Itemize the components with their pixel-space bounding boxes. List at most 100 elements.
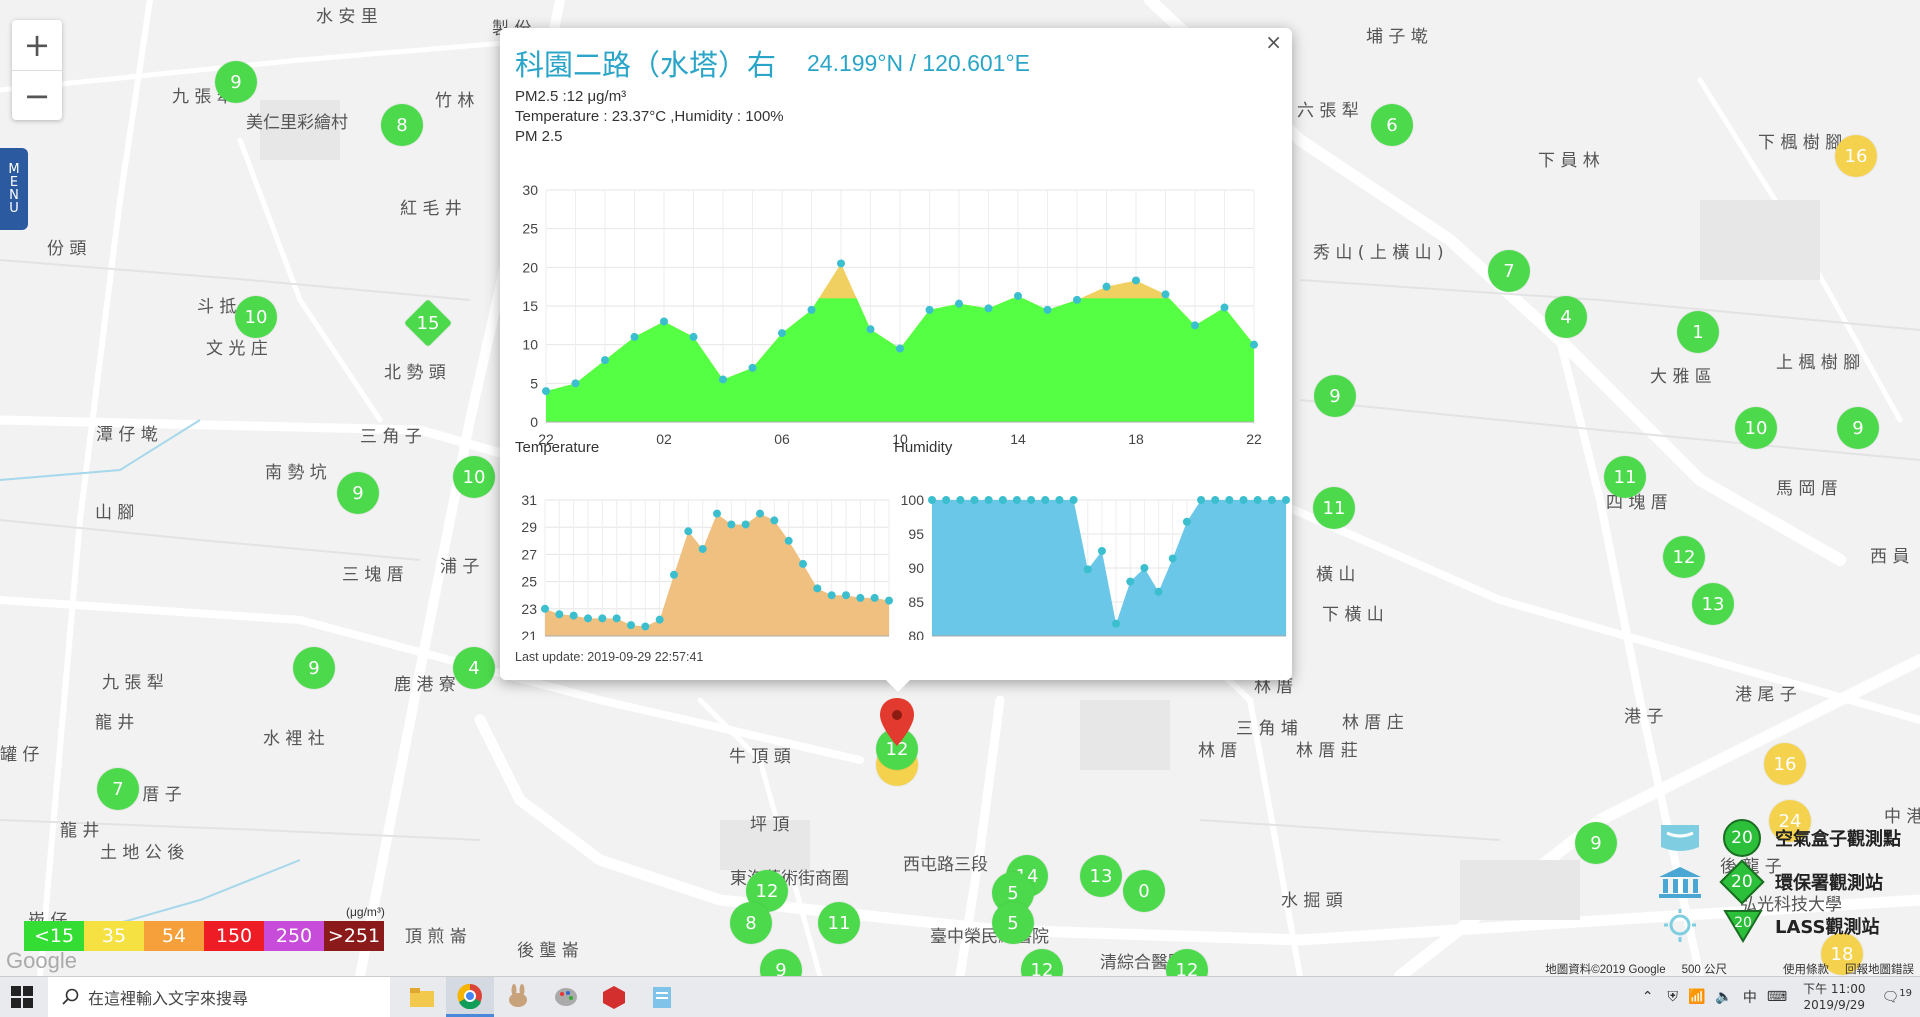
data-point[interactable] (928, 496, 936, 504)
chrome-icon[interactable] (446, 977, 494, 1017)
data-point[interactable] (1225, 496, 1234, 504)
app-icon-sketchup[interactable] (590, 977, 638, 1017)
data-point[interactable] (1112, 619, 1121, 628)
data-point[interactable] (1069, 496, 1078, 504)
data-point[interactable] (866, 325, 875, 334)
data-point[interactable] (1211, 496, 1220, 504)
data-point[interactable] (942, 496, 951, 504)
windows-start-icon[interactable] (10, 985, 34, 1009)
keyboard-icon[interactable]: ⌨ (1767, 989, 1787, 1005)
data-point[interactable] (641, 622, 650, 631)
sensor-marker[interactable]: 16 (1764, 743, 1806, 785)
data-point[interactable] (748, 363, 757, 372)
data-point[interactable] (601, 356, 609, 365)
sensor-marker[interactable]: 10 (235, 296, 277, 338)
app-icon-rabbit[interactable] (494, 977, 542, 1017)
data-point[interactable] (1197, 496, 1206, 504)
type-row-lass[interactable]: 20 LASS觀測站 (1655, 904, 1901, 948)
data-point[interactable] (670, 570, 678, 579)
data-point[interactable] (1132, 276, 1140, 285)
ime-indicator[interactable]: 中 (1743, 987, 1757, 1007)
data-point[interactable] (956, 496, 965, 504)
data-point[interactable] (627, 621, 635, 630)
location-pin-icon[interactable] (880, 698, 914, 748)
data-point[interactable] (584, 614, 592, 623)
sensor-marker[interactable]: 9 (293, 647, 335, 689)
sensor-marker[interactable]: 9 (337, 472, 379, 514)
data-point[interactable] (571, 379, 580, 388)
sensor-marker[interactable]: 12 (1663, 536, 1705, 578)
data-point[interactable] (1168, 554, 1177, 563)
data-point[interactable] (1043, 305, 1052, 314)
data-point[interactable] (1191, 321, 1199, 330)
sensor-marker[interactable]: 0 (1123, 870, 1165, 912)
data-point[interactable] (1250, 340, 1258, 349)
data-point[interactable] (1083, 565, 1092, 574)
notification-icon[interactable]: 🗨19 (1881, 988, 1912, 1006)
sensor-marker[interactable]: 8 (730, 902, 772, 944)
data-point[interactable] (684, 527, 693, 536)
data-point[interactable] (827, 591, 836, 600)
data-point[interactable] (1253, 496, 1262, 504)
data-point[interactable] (541, 604, 549, 613)
data-point[interactable] (1012, 496, 1021, 504)
data-point[interactable] (970, 496, 979, 504)
data-point[interactable] (1126, 577, 1135, 586)
data-point[interactable] (719, 375, 727, 384)
data-point[interactable] (1027, 496, 1036, 504)
type-row-airbox[interactable]: 20 空氣盒子觀測點 (1655, 816, 1901, 860)
data-point[interactable] (813, 584, 822, 593)
data-point[interactable] (1055, 496, 1064, 504)
data-point[interactable] (655, 615, 664, 624)
data-point[interactable] (896, 344, 904, 353)
data-point[interactable] (998, 496, 1007, 504)
sensor-marker[interactable]: 7 (97, 768, 139, 810)
data-point[interactable] (612, 614, 621, 623)
data-point[interactable] (1220, 303, 1229, 312)
sensor-marker[interactable]: 8 (381, 104, 423, 146)
close-icon[interactable]: × (1265, 30, 1282, 54)
data-point[interactable] (1097, 547, 1106, 555)
data-point[interactable] (727, 520, 736, 529)
sensor-marker[interactable]: 4 (453, 647, 495, 689)
data-point[interactable] (984, 496, 993, 504)
sensor-marker[interactable]: 6 (1371, 104, 1413, 146)
file-explorer-icon[interactable] (398, 977, 446, 1017)
sensor-marker[interactable]: 4 (1545, 296, 1587, 338)
sensor-marker[interactable]: 11 (1604, 456, 1646, 498)
sensor-marker[interactable]: 10 (453, 456, 495, 498)
data-point[interactable] (598, 614, 607, 623)
data-point[interactable] (1154, 587, 1163, 596)
sensor-marker[interactable]: 13 (1692, 583, 1734, 625)
sensor-marker[interactable]: 16 (1835, 135, 1877, 177)
sensor-marker[interactable]: 9 (1314, 375, 1356, 417)
type-row-epa[interactable]: 20 環保署觀測站 (1655, 859, 1901, 905)
data-point[interactable] (842, 591, 850, 600)
data-point[interactable] (1182, 517, 1191, 526)
map-data-credit[interactable]: 地圖資料©2019 Google (1545, 961, 1665, 976)
sensor-marker[interactable]: 1 (1677, 311, 1719, 353)
zoom-in-button[interactable]: + (12, 20, 62, 71)
data-point[interactable] (870, 593, 879, 602)
volume-icon[interactable]: 🔈 (1715, 989, 1732, 1005)
data-point[interactable] (756, 509, 764, 518)
data-point[interactable] (984, 304, 993, 313)
data-point[interactable] (837, 259, 845, 268)
sensor-marker[interactable]: 10 (1735, 407, 1777, 449)
data-point[interactable] (1014, 291, 1022, 300)
data-point[interactable] (741, 520, 750, 529)
chevron-up-icon[interactable]: ⌃ (1642, 989, 1654, 1005)
data-point[interactable] (925, 305, 934, 314)
menu-tab[interactable]: M E N U (0, 148, 28, 230)
data-point[interactable] (630, 332, 639, 341)
sensor-marker[interactable]: 13 (1080, 855, 1122, 897)
network-icon[interactable]: 📶 (1688, 989, 1705, 1005)
data-point[interactable] (698, 544, 707, 553)
data-point[interactable] (1161, 290, 1170, 299)
sensor-marker[interactable]: 5 (992, 902, 1034, 944)
data-point[interactable] (1282, 496, 1290, 504)
data-point[interactable] (807, 305, 816, 314)
clock[interactable]: 下午 11:00 2019/9/29 (1803, 981, 1865, 1013)
data-point[interactable] (856, 593, 865, 602)
sensor-marker[interactable]: 11 (1313, 487, 1355, 529)
